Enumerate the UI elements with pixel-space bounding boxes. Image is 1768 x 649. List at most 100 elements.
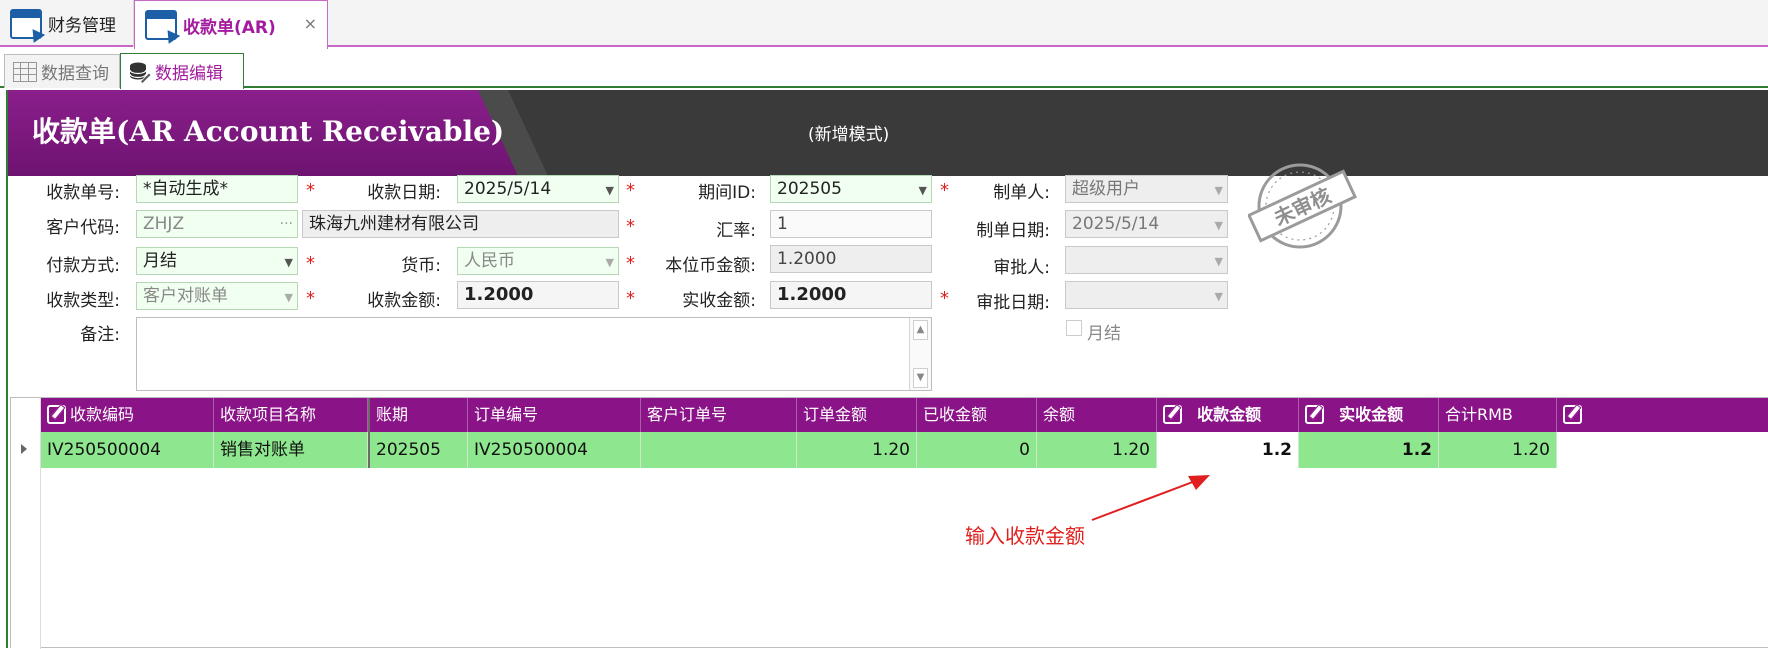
annotation-text: 输入收款金额 bbox=[965, 524, 1085, 548]
payment-method-value: 月结 bbox=[143, 251, 177, 271]
approve-date-field: ▼ bbox=[1065, 281, 1228, 309]
ellipsis-icon[interactable]: ··· bbox=[280, 211, 293, 237]
tab-label: 数据编辑 bbox=[155, 64, 223, 84]
tab-data-edit[interactable]: 数据编辑 bbox=[120, 53, 244, 89]
create-date-value: 2025/5/14 bbox=[1072, 214, 1160, 234]
cell-order-no[interactable]: IV250500004 bbox=[468, 432, 641, 468]
cell-receipt-amount-input[interactable]: 1.2 bbox=[1157, 432, 1299, 468]
col-header-balance[interactable]: 余额 bbox=[1037, 398, 1157, 432]
period-id-label: 期间ID: bbox=[698, 183, 756, 203]
create-date-field: 2025/5/14 ▼ bbox=[1065, 210, 1228, 238]
chevron-down-icon: ▼ bbox=[1214, 184, 1223, 197]
col-label: 实收金额 bbox=[1339, 405, 1404, 424]
tab-data-query[interactable]: 数据查询 bbox=[4, 54, 120, 88]
receipt-type-select[interactable]: 客户对账单 ▼ bbox=[136, 282, 298, 310]
required-mark: * bbox=[626, 180, 635, 201]
scroll-down-icon[interactable]: ▼ bbox=[913, 368, 928, 388]
page-title: 收款单(AR Account Receivable) bbox=[32, 115, 505, 148]
remark-scrollbar[interactable]: ▲ ▼ bbox=[909, 318, 931, 390]
chevron-down-icon[interactable]: ▼ bbox=[606, 250, 614, 274]
payment-method-label: 付款方式: bbox=[46, 256, 120, 276]
cell-balance[interactable]: 1.20 bbox=[1037, 432, 1157, 468]
tab-finance-management[interactable]: 财务管理 bbox=[0, 0, 134, 47]
col-label: 余额 bbox=[1043, 405, 1076, 424]
cell-customer-order-no[interactable] bbox=[641, 432, 797, 468]
customer-code-value: ZHJZ bbox=[143, 214, 185, 234]
cell-actual-amount[interactable]: 1.2 bbox=[1299, 432, 1439, 468]
required-mark: * bbox=[306, 253, 315, 274]
tab-receipt-ar[interactable]: 收款单(AR) × bbox=[134, 0, 328, 49]
creator-label: 制单人: bbox=[993, 183, 1050, 203]
creator-field: 超级用户 ▼ bbox=[1065, 175, 1228, 203]
window-cursor-icon bbox=[10, 8, 42, 39]
chevron-down-icon[interactable]: ▼ bbox=[285, 285, 293, 309]
cell-total-rmb[interactable]: 1.20 bbox=[1439, 432, 1557, 468]
scroll-up-icon[interactable]: ▲ bbox=[913, 320, 928, 340]
receipt-type-value: 客户对账单 bbox=[143, 286, 228, 306]
close-icon[interactable]: × bbox=[304, 14, 317, 33]
cell-period[interactable]: 202505 bbox=[368, 432, 468, 468]
receipt-no-field[interactable]: *自动生成* bbox=[136, 175, 298, 203]
col-header-order-amount[interactable]: 订单金额 bbox=[797, 398, 917, 432]
view-tab-bar: 数据查询 数据编辑 bbox=[0, 49, 1768, 89]
customer-name-field: 珠海九州建材有限公司 bbox=[302, 210, 619, 238]
col-label: 订单编号 bbox=[474, 405, 539, 424]
receipt-no-label: 收款单号: bbox=[46, 183, 120, 203]
edit-icon bbox=[1163, 405, 1182, 424]
unapproved-stamp: 未审核 bbox=[1248, 163, 1358, 249]
exchange-rate-field[interactable]: 1 bbox=[770, 210, 932, 238]
cell-item-name[interactable]: 销售对账单 bbox=[214, 432, 368, 468]
required-mark: * bbox=[626, 216, 635, 237]
edit-icon bbox=[47, 405, 66, 424]
currency-label: 货币: bbox=[401, 256, 441, 276]
creator-value: 超级用户 bbox=[1072, 179, 1140, 199]
annotation-arrow-icon bbox=[1091, 475, 1210, 521]
remark-textarea[interactable]: ▲ ▼ bbox=[136, 317, 932, 391]
local-amount-label: 本位币金额: bbox=[665, 256, 756, 276]
tab-label: 收款单(AR) bbox=[183, 17, 276, 38]
col-header-received[interactable]: 已收金额 bbox=[917, 398, 1037, 432]
col-header-order-no[interactable]: 订单编号 bbox=[468, 398, 641, 432]
col-header-item-name[interactable]: 收款项目名称 bbox=[214, 398, 368, 432]
receipt-amount-field[interactable]: 1.2000 bbox=[457, 281, 619, 309]
chevron-down-icon: ▼ bbox=[1214, 219, 1223, 232]
required-mark: * bbox=[306, 288, 315, 309]
required-mark: * bbox=[626, 288, 635, 309]
col-label: 账期 bbox=[376, 405, 409, 424]
customer-code-field[interactable]: ZHJZ ··· bbox=[136, 210, 298, 238]
edit-icon bbox=[1305, 405, 1324, 424]
database-edit-icon bbox=[129, 62, 151, 83]
actual-amount-field[interactable]: 1.2000 bbox=[770, 281, 932, 309]
currency-select[interactable]: 人民币 ▼ bbox=[457, 247, 619, 275]
required-mark: * bbox=[626, 253, 635, 274]
table-grid-icon bbox=[13, 61, 37, 82]
receipt-date-picker[interactable]: 2025/5/14 ▼ bbox=[457, 175, 619, 203]
col-header-actual-amount[interactable]: 实收金额 bbox=[1299, 398, 1439, 432]
col-header-period[interactable]: 账期 bbox=[368, 398, 468, 432]
table-row[interactable]: IV250500004 销售对账单 202505 IV250500004 1.2… bbox=[41, 432, 1768, 468]
col-header-total-rmb[interactable]: 合计RMB bbox=[1439, 398, 1557, 432]
required-mark: * bbox=[940, 288, 949, 309]
col-header-customer-order-no[interactable]: 客户订单号 bbox=[641, 398, 797, 432]
col-header-receipt-code[interactable]: 收款编码 bbox=[41, 398, 214, 432]
cell-receipt-code[interactable]: IV250500004 bbox=[41, 432, 214, 468]
row-indicator-column bbox=[11, 398, 41, 649]
chevron-down-icon[interactable]: ▼ bbox=[285, 250, 293, 274]
chevron-down-icon: ▼ bbox=[1214, 290, 1223, 303]
remark-label: 备注: bbox=[80, 325, 120, 345]
payment-method-select[interactable]: 月结 ▼ bbox=[136, 247, 298, 275]
col-header-receipt-amount[interactable]: 收款金额 bbox=[1157, 398, 1299, 432]
period-id-select[interactable]: 202505 ▼ bbox=[770, 175, 932, 203]
chevron-down-icon[interactable]: ▼ bbox=[606, 178, 614, 202]
monthly-checkbox[interactable] bbox=[1066, 320, 1082, 336]
col-label: 收款编码 bbox=[70, 405, 135, 424]
cell-order-amount[interactable]: 1.20 bbox=[797, 432, 917, 468]
window-cursor-icon bbox=[145, 10, 177, 40]
chevron-down-icon: ▼ bbox=[1214, 255, 1223, 268]
chevron-down-icon[interactable]: ▼ bbox=[919, 178, 927, 202]
cell-received[interactable]: 0 bbox=[917, 432, 1037, 468]
col-header-overflow[interactable] bbox=[1557, 398, 1768, 432]
col-label: 已收金额 bbox=[923, 405, 988, 424]
approver-field: ▼ bbox=[1065, 246, 1228, 274]
exchange-rate-label: 汇率: bbox=[716, 221, 756, 241]
